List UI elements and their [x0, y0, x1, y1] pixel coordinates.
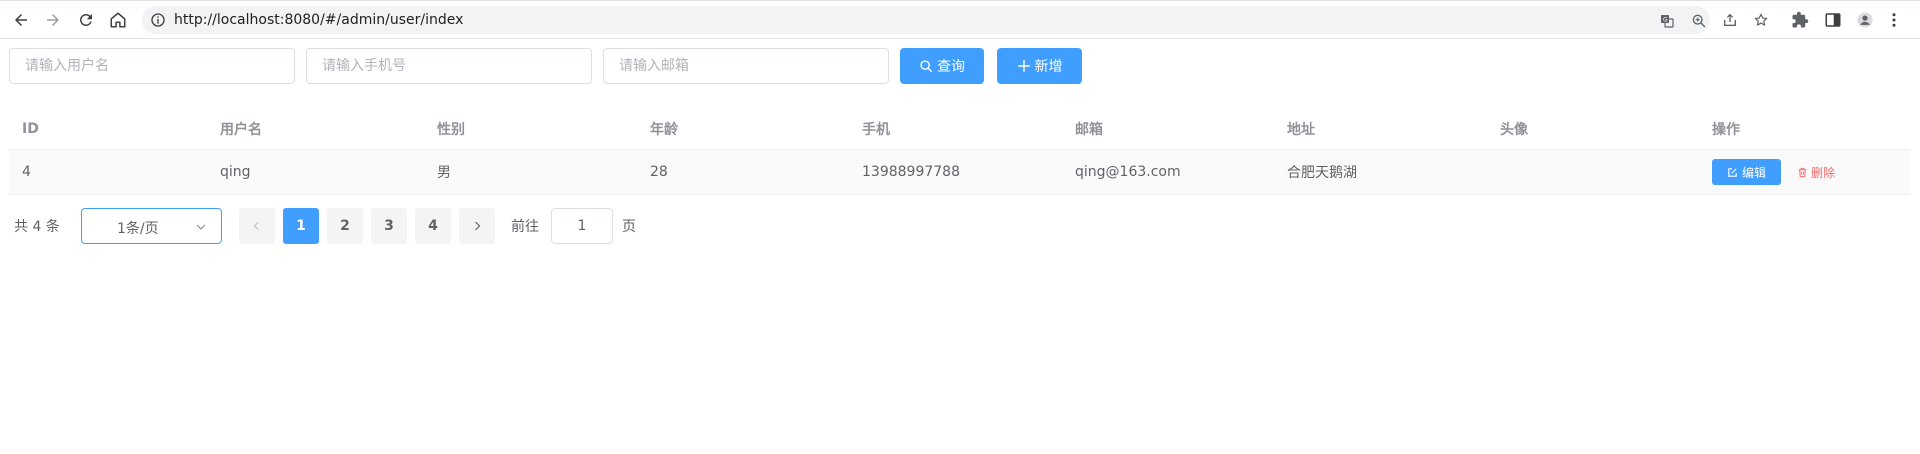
- home-button[interactable]: [103, 5, 133, 35]
- cell-email: qing@163.com: [1075, 164, 1181, 180]
- delete-button[interactable]: 删除: [1797, 159, 1835, 185]
- page-button-1[interactable]: 1: [283, 208, 319, 244]
- back-icon: [15, 14, 27, 26]
- page-suffix-label: 页: [622, 219, 636, 235]
- cell-username: qing: [220, 164, 251, 180]
- translate-button[interactable]: G: [1658, 12, 1675, 29]
- page-button-4[interactable]: 4: [415, 208, 451, 244]
- phone-search-input[interactable]: [306, 48, 592, 84]
- profile-button[interactable]: [1854, 9, 1876, 31]
- bookmark-button[interactable]: [1752, 11, 1769, 28]
- edit-button-label: 编辑: [1741, 165, 1766, 180]
- sidepanel-icon: [1825, 13, 1841, 27]
- add-button[interactable]: 新增: [997, 48, 1082, 84]
- chevron-down-icon: [196, 224, 206, 230]
- address-bar[interactable]: http://localhost:8080/#/admin/user/index…: [142, 6, 1710, 34]
- menu-icon: [1892, 13, 1896, 27]
- star-icon: [1754, 13, 1767, 26]
- svg-text:G: G: [1663, 16, 1668, 23]
- header-gender: 性别: [437, 122, 465, 138]
- add-button-label: 新增: [1034, 59, 1063, 75]
- chevron-right-icon: [475, 221, 481, 231]
- header-id: ID: [22, 121, 39, 137]
- reload-icon: [79, 13, 92, 26]
- profile-icon: [1857, 12, 1873, 28]
- url-text: http://localhost:8080/#/admin/user/index: [174, 12, 464, 28]
- email-search-input[interactable]: [603, 48, 889, 84]
- page-size-select[interactable]: 1条/页: [81, 208, 222, 244]
- table-header: ID 用户名 性别 年龄 手机 邮箱 地址 头像 操作: [9, 109, 1910, 150]
- header-avatar: 头像: [1500, 122, 1528, 138]
- edit-icon: [1728, 167, 1737, 177]
- trash-icon: [1798, 167, 1807, 177]
- cell-address: 合肥天鹅湖: [1287, 165, 1357, 181]
- delete-button-label: 删除: [1811, 165, 1836, 180]
- edit-button[interactable]: 编辑: [1712, 159, 1781, 185]
- share-button[interactable]: [1721, 11, 1738, 28]
- cell-phone: 13988997788: [862, 164, 960, 180]
- header-actions: 操作: [1712, 122, 1740, 138]
- page-button-3[interactable]: 3: [371, 208, 407, 244]
- zoom-icon: [1692, 14, 1705, 27]
- browser-menu-button[interactable]: [1883, 9, 1905, 31]
- cell-age: 28: [650, 164, 668, 180]
- pagination-total: 共 4 条: [14, 219, 60, 235]
- info-icon[interactable]: [150, 12, 166, 28]
- header-address: 地址: [1287, 122, 1315, 138]
- header-username: 用户名: [220, 122, 262, 138]
- plus-icon: [1017, 60, 1030, 72]
- username-search-input[interactable]: [9, 48, 295, 84]
- translate-icon: G: [1660, 14, 1674, 28]
- zoom-button[interactable]: [1690, 12, 1707, 29]
- query-button[interactable]: 查询: [900, 48, 984, 84]
- cell-id: 4: [22, 164, 31, 180]
- header-phone: 手机: [862, 122, 890, 138]
- tab-strip-edge: [0, 0, 1920, 1]
- query-button-label: 查询: [937, 59, 965, 75]
- table-row: 4 qing 男 28 13988997788 qing@163.com 合肥天…: [9, 150, 1910, 195]
- side-panel-button[interactable]: [1822, 9, 1844, 31]
- goto-page-input[interactable]: [551, 208, 613, 244]
- header-email: 邮箱: [1075, 122, 1103, 138]
- cell-gender: 男: [437, 165, 451, 181]
- cell-actions: 编辑 删除: [1712, 150, 1835, 194]
- reload-button[interactable]: [71, 5, 101, 35]
- browser-toolbar: http://localhost:8080/#/admin/user/index…: [0, 0, 1920, 39]
- chevron-left-icon: [253, 221, 259, 231]
- page-button-2[interactable]: 2: [327, 208, 363, 244]
- search-icon: [920, 60, 932, 72]
- goto-label: 前往: [511, 219, 539, 235]
- prev-page-button[interactable]: [239, 208, 275, 244]
- header-age: 年龄: [650, 122, 678, 138]
- page-size-value: 1条/页: [117, 221, 159, 237]
- extensions-button[interactable]: [1789, 9, 1811, 31]
- home-icon: [110, 12, 126, 28]
- forward-icon: [47, 14, 59, 26]
- forward-button[interactable]: [38, 5, 68, 35]
- share-icon: [1723, 13, 1736, 26]
- extensions-icon: [1792, 11, 1809, 28]
- back-button[interactable]: [6, 5, 36, 35]
- next-page-button[interactable]: [459, 208, 495, 244]
